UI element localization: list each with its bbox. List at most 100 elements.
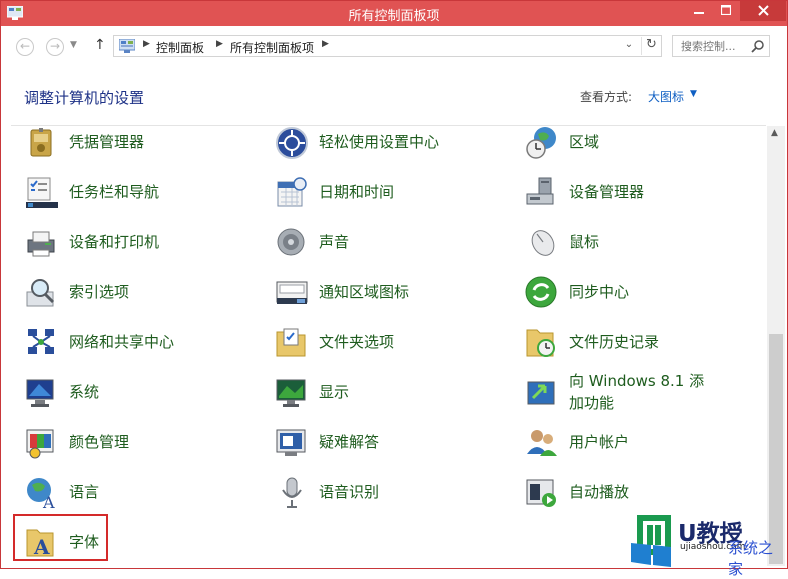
speaker-icon [277, 228, 305, 256]
item-label: 用户帐户 [569, 433, 630, 451]
calendar-clock-icon [277, 177, 307, 207]
item-label: 自动播放 [569, 483, 630, 501]
breadcrumb-separator-icon[interactable]: ▶ [143, 39, 150, 49]
item-label: 疑难解答 [319, 433, 380, 451]
display-monitor-icon [276, 379, 306, 407]
item-language[interactable]: A 语言 [25, 476, 245, 516]
item-label: 声音 [319, 233, 350, 251]
breadcrumb-separator-icon[interactable]: ▶ [322, 39, 329, 49]
item-autoplay[interactable]: 自动播放 [525, 476, 755, 516]
close-button[interactable] [740, 1, 786, 21]
breadcrumb-control-panel[interactable]: 控制面板 [156, 39, 204, 56]
printer-icon [27, 231, 55, 257]
items-grid: 凭据管理器 轻松使用设置中心 区域 任务栏和导航 日期和时间 设备管理器 设备和… [1, 126, 767, 566]
recent-locations-button[interactable]: ▼ [70, 40, 77, 50]
item-label: 同步中心 [569, 283, 630, 301]
view-by-dropdown[interactable]: 大图标 [648, 88, 684, 105]
scroll-up-arrow-icon[interactable]: ▲ [771, 128, 778, 138]
item-folder-options[interactable]: 文件夹选项 [275, 326, 505, 366]
refresh-button[interactable]: ↻ [641, 37, 661, 55]
item-label: 日期和时间 [319, 183, 395, 201]
search-box[interactable] [672, 35, 770, 57]
minimize-button[interactable] [686, 1, 712, 21]
device-manager-icon [526, 177, 554, 205]
item-credential-manager[interactable]: 凭据管理器 [25, 126, 245, 166]
item-user-accounts[interactable]: 用户帐户 [525, 426, 755, 466]
page-heading: 调整计算机的设置 [24, 89, 145, 107]
item-label: 区域 [569, 133, 600, 151]
autoplay-icon [526, 479, 556, 507]
item-system[interactable]: 系统 [25, 376, 245, 416]
item-label: 显示 [319, 383, 350, 401]
control-panel-icon [119, 39, 135, 53]
user-accounts-icon [527, 430, 557, 456]
color-management-icon [26, 429, 54, 459]
search-input[interactable] [673, 36, 759, 56]
item-sound[interactable]: 声音 [275, 226, 505, 266]
sync-center-icon [525, 276, 557, 308]
item-date-time[interactable]: 日期和时间 [275, 176, 505, 216]
notification-tray-icon [276, 281, 308, 304]
taskbar-icon [26, 177, 58, 208]
back-arrow-icon: ← [19, 39, 31, 53]
system-monitor-icon [26, 379, 54, 407]
svg-text:A: A [42, 493, 55, 510]
item-label: 网络和共享中心 [69, 333, 175, 351]
title-bar[interactable]: 所有控制面板项 [1, 1, 787, 26]
item-color-management[interactable]: 颜色管理 [25, 426, 245, 466]
item-sync-center[interactable]: 同步中心 [525, 276, 755, 316]
chevron-down-icon: ⌄ [624, 39, 634, 50]
maximize-button[interactable] [713, 1, 739, 21]
microphone-icon [282, 477, 302, 508]
address-bar[interactable]: ▶ 控制面板 ▶ 所有控制面板项 ▶ ⌄ ↻ [113, 35, 662, 57]
search-icon[interactable] [751, 39, 765, 53]
item-add-features[interactable]: 向 Windows 8.1 添加功能 [525, 372, 765, 416]
forward-arrow-icon: → [49, 39, 61, 53]
item-label: 文件夹选项 [319, 333, 395, 351]
item-troubleshooting[interactable]: 疑难解答 [275, 426, 505, 466]
item-file-history[interactable]: 文件历史记录 [525, 326, 755, 366]
forward-button[interactable]: → [46, 38, 64, 56]
view-by-label: 查看方式: [580, 90, 633, 104]
item-label: 设备管理器 [569, 183, 645, 201]
item-indexing-options[interactable]: 索引选项 [25, 276, 245, 316]
item-label: 向 Windows 8.1 添加功能 [569, 372, 705, 412]
item-ease-of-access[interactable]: 轻松使用设置中心 [275, 126, 505, 166]
chevron-down-icon[interactable]: ▼ [690, 89, 697, 99]
item-label: 语言 [69, 483, 100, 501]
item-display[interactable]: 显示 [275, 376, 505, 416]
item-label: 语音识别 [319, 483, 380, 501]
troubleshooting-icon [276, 429, 306, 456]
window-title: 所有控制面板项 [348, 9, 440, 24]
add-features-icon [527, 381, 555, 405]
item-device-manager[interactable]: 设备管理器 [525, 176, 755, 216]
item-mouse[interactable]: 鼠标 [525, 226, 755, 266]
item-label: 颜色管理 [69, 433, 130, 451]
item-network-sharing[interactable]: 网络和共享中心 [25, 326, 245, 366]
item-speech-recognition[interactable]: 语音识别 [275, 476, 505, 516]
item-label: 任务栏和导航 [69, 183, 160, 201]
item-devices-printers[interactable]: 设备和打印机 [25, 226, 245, 266]
maximize-icon [720, 4, 732, 16]
file-history-icon [526, 329, 555, 357]
up-button[interactable]: ↑ [94, 37, 106, 53]
item-label: 索引选项 [69, 283, 130, 301]
address-dropdown-button[interactable]: ⌄ [622, 39, 636, 50]
item-taskbar-navigation[interactable]: 任务栏和导航 [25, 176, 245, 216]
refresh-icon: ↻ [646, 37, 657, 52]
back-button[interactable]: ← [16, 38, 34, 56]
breadcrumb-all-items[interactable]: 所有控制面板项 [230, 39, 314, 56]
item-label: 系统 [69, 383, 100, 401]
credential-manager-icon [30, 128, 52, 157]
close-icon [757, 5, 769, 16]
up-arrow-icon: ↑ [94, 37, 106, 53]
vertical-scrollbar[interactable]: ▲ [767, 126, 785, 566]
mouse-icon [531, 230, 555, 256]
ease-of-access-icon [276, 127, 308, 159]
language-icon: A [27, 478, 55, 510]
item-region[interactable]: 区域 [525, 126, 755, 166]
breadcrumb-separator-icon[interactable]: ▶ [216, 39, 223, 49]
item-label: 文件历史记录 [569, 333, 660, 351]
watermark-site: 系统之家 [728, 539, 774, 578]
item-notification-area-icons[interactable]: 通知区域图标 [275, 276, 505, 316]
